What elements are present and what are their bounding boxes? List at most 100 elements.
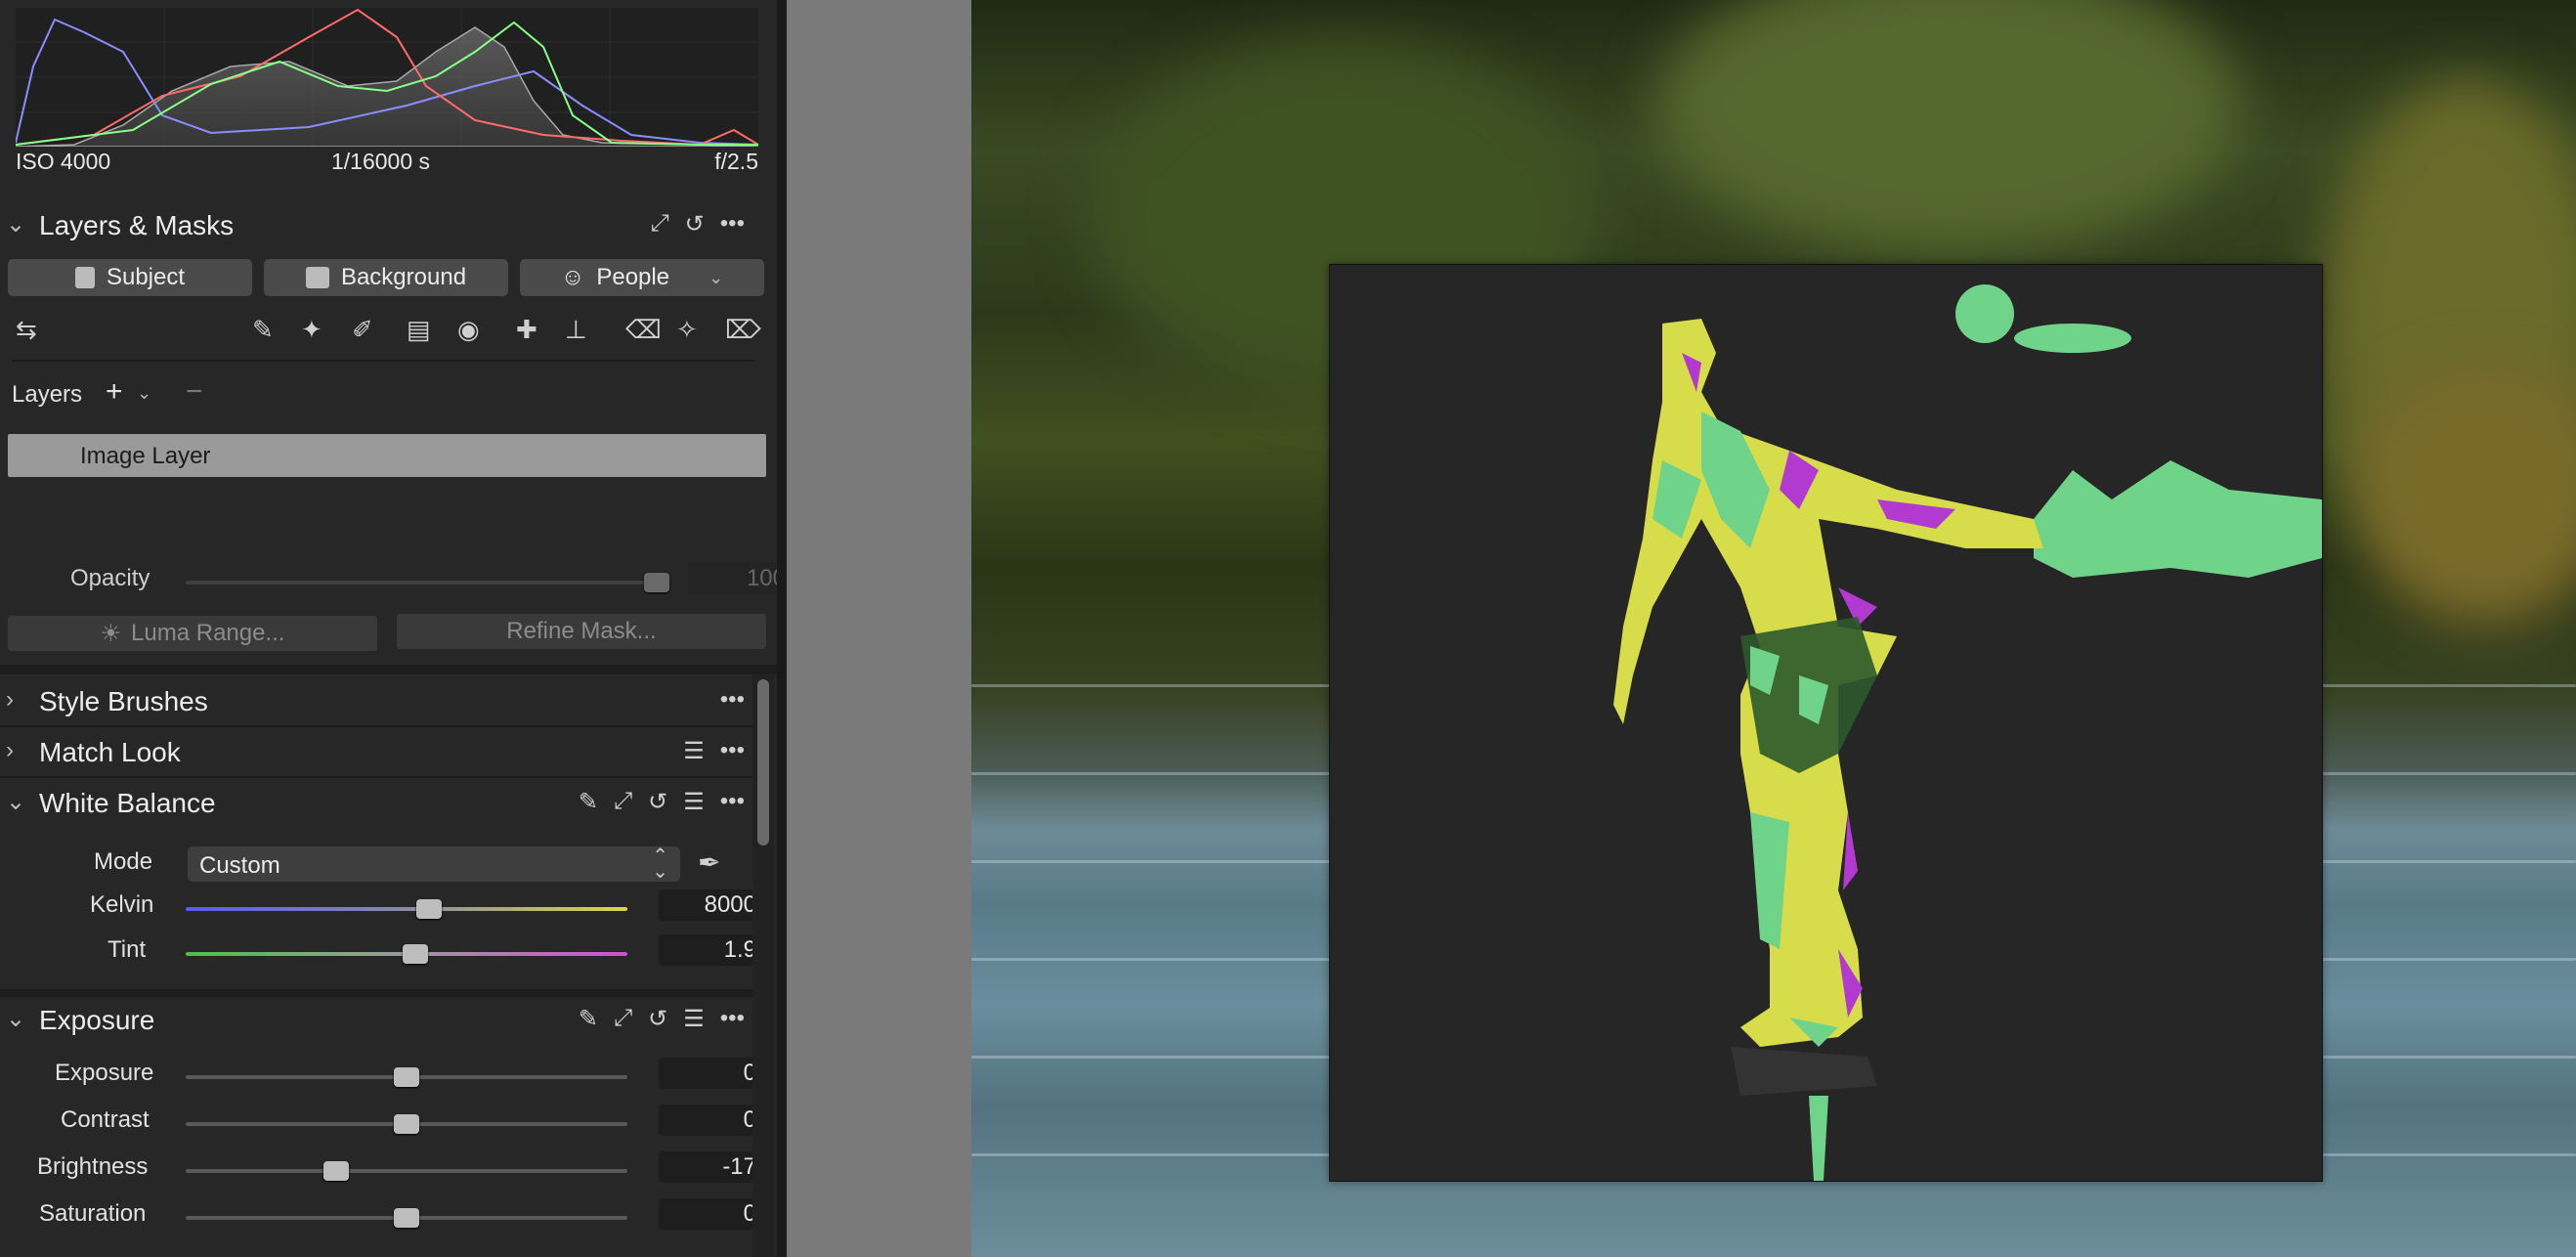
- heal-icon[interactable]: ✚: [516, 315, 537, 345]
- mode-label: Mode: [94, 848, 153, 875]
- section-tools: ✎ ⤢ ↺ ☰ •••: [579, 1005, 745, 1033]
- brightness-label: Brightness: [37, 1153, 149, 1180]
- section-title: Style Brushes: [39, 686, 208, 716]
- more-icon[interactable]: •••: [720, 788, 745, 816]
- chevron-down-icon[interactable]: ⌄: [137, 383, 151, 404]
- refine-mask-button[interactable]: Refine Mask...: [397, 614, 766, 649]
- section-tools: ☰ •••: [683, 737, 745, 765]
- opacity-slider[interactable]: [186, 581, 657, 585]
- expand-icon[interactable]: ⤢: [614, 788, 632, 816]
- exposure-label: Exposure: [55, 1060, 154, 1086]
- pipette-icon[interactable]: ✎: [579, 788, 598, 816]
- expand-icon[interactable]: ⤢: [650, 210, 668, 238]
- kelvin-slider-knob[interactable]: [415, 899, 442, 919]
- brightness-value[interactable]: -17: [659, 1151, 766, 1183]
- exposure-row: Exposure 0: [0, 1058, 766, 1097]
- white-balance-header[interactable]: ⌄ White Balance ✎ ⤢ ↺ ☰ •••: [0, 778, 752, 827]
- contrast-row: Contrast 0: [0, 1105, 766, 1144]
- exposure-value[interactable]: 0: [659, 1058, 766, 1089]
- opacity-value[interactable]: 100: [688, 563, 777, 594]
- layer-row-selected[interactable]: Image Layer: [8, 434, 766, 477]
- presets-icon[interactable]: ☰: [683, 737, 705, 765]
- person-icon: [74, 267, 95, 288]
- foliage-blur: [1655, 0, 2242, 254]
- chevron-right-icon[interactable]: ›: [6, 737, 14, 764]
- eyedropper-icon[interactable]: ✒: [698, 846, 720, 879]
- style-brushes-header[interactable]: › Style Brushes •••: [0, 676, 752, 725]
- more-icon[interactable]: •••: [720, 210, 745, 238]
- adjustments-panel: ISO 4000 1/16000 s f/2.5 ⌄ Layers & Mask…: [0, 0, 777, 1257]
- histogram-luma-area: [15, 26, 759, 148]
- layer-name: Image Layer: [80, 443, 211, 469]
- eraser-icon[interactable]: ⌫: [625, 315, 662, 345]
- section-tools: ⤢ ↺ •••: [650, 210, 745, 238]
- button-label: Background: [340, 264, 467, 290]
- sidebar-scrollbar[interactable]: [757, 679, 769, 845]
- magic-brush-icon[interactable]: ✦: [301, 315, 322, 345]
- sliders-icon[interactable]: ⇆: [16, 315, 37, 345]
- radial-gradient-icon[interactable]: ◉: [457, 315, 480, 345]
- brush-icon[interactable]: ✎: [252, 315, 274, 345]
- subject-mask-button[interactable]: Subject: [8, 259, 252, 296]
- contrast-value[interactable]: 0: [659, 1105, 766, 1136]
- saturation-slider-knob[interactable]: [394, 1208, 419, 1228]
- brightness-slider-knob[interactable]: [322, 1161, 349, 1181]
- chevron-down-icon[interactable]: ⌄: [6, 210, 25, 238]
- updown-chevron-icon: ⌃ ⌄: [652, 845, 668, 883]
- aperture-value: f/2.5: [714, 149, 758, 174]
- brightness-slider[interactable]: [186, 1169, 627, 1173]
- remove-layer-icon[interactable]: −: [186, 375, 203, 409]
- exposure-header[interactable]: ⌄ Exposure ✎ ⤢ ↺ ☰ •••: [0, 995, 752, 1044]
- presets-icon[interactable]: ☰: [683, 788, 705, 816]
- reset-icon[interactable]: ↺: [648, 788, 667, 816]
- ai-brush-icon[interactable]: ✐: [352, 315, 373, 345]
- section-title: Exposure: [39, 1005, 155, 1035]
- more-icon[interactable]: •••: [720, 686, 745, 714]
- magic-eraser-icon[interactable]: ✧: [676, 315, 698, 345]
- saturation-row: Saturation 0: [0, 1198, 766, 1237]
- brightness-row: Brightness -17: [0, 1151, 766, 1191]
- chevron-right-icon[interactable]: ›: [6, 686, 14, 714]
- linear-gradient-icon[interactable]: ▤: [407, 315, 431, 345]
- panel-divider[interactable]: [777, 0, 787, 1257]
- more-icon[interactable]: •••: [720, 1005, 745, 1033]
- people-mask-dropdown[interactable]: ☺ People ⌄: [520, 259, 764, 296]
- reset-icon[interactable]: ↺: [685, 210, 705, 238]
- opacity-slider-knob[interactable]: [644, 573, 669, 592]
- background-mask-button[interactable]: Background: [264, 259, 508, 296]
- pipette-icon[interactable]: ✎: [579, 1005, 598, 1033]
- kelvin-label: Kelvin: [90, 891, 154, 918]
- panel-gap: [0, 665, 777, 674]
- kelvin-slider[interactable]: [186, 907, 627, 911]
- tint-value[interactable]: 1.9: [659, 934, 766, 966]
- expand-icon[interactable]: ⤢: [614, 1005, 632, 1033]
- mode-select[interactable]: Custom ⌃ ⌄: [188, 846, 680, 882]
- ai-eraser-icon[interactable]: ⌦: [725, 315, 761, 345]
- more-icon[interactable]: •••: [720, 737, 745, 765]
- layers-masks-header[interactable]: ⌄ Layers & Masks ⤢ ↺ •••: [0, 200, 752, 249]
- mask-overlay[interactable]: [1329, 264, 2323, 1182]
- tint-slider-knob[interactable]: [403, 944, 429, 964]
- landscape-icon: [305, 267, 329, 288]
- presets-icon[interactable]: ☰: [683, 1005, 705, 1033]
- clone-stamp-icon[interactable]: ⊥: [565, 315, 587, 345]
- match-look-header[interactable]: › Match Look ☰ •••: [0, 727, 752, 776]
- button-label: People: [596, 264, 670, 290]
- contrast-slider-knob[interactable]: [394, 1114, 419, 1134]
- chevron-down-icon[interactable]: ⌄: [6, 788, 25, 816]
- mode-value: Custom: [199, 852, 280, 879]
- kelvin-value[interactable]: 8000: [659, 889, 766, 921]
- luma-range-button[interactable]: ☀ Luma Range...: [8, 616, 377, 651]
- add-layer-icon[interactable]: +: [106, 375, 123, 409]
- exposure-slider-knob[interactable]: [394, 1067, 419, 1087]
- histogram-graph: [15, 8, 759, 148]
- sun-icon: ☀: [100, 620, 122, 647]
- mask-tools: ⇆ ✎ ✦ ✐ ▤ ◉ ✚ ⊥ ⌫ ✧ ⌦: [16, 315, 761, 354]
- reset-icon[interactable]: ↺: [648, 1005, 667, 1033]
- chevron-down-icon[interactable]: ⌄: [6, 1005, 25, 1033]
- subject-mask-person: [1613, 319, 2043, 1181]
- section-tools: •••: [720, 686, 745, 714]
- contrast-label: Contrast: [61, 1106, 150, 1133]
- section-title: Match Look: [39, 737, 181, 767]
- saturation-value[interactable]: 0: [659, 1198, 766, 1230]
